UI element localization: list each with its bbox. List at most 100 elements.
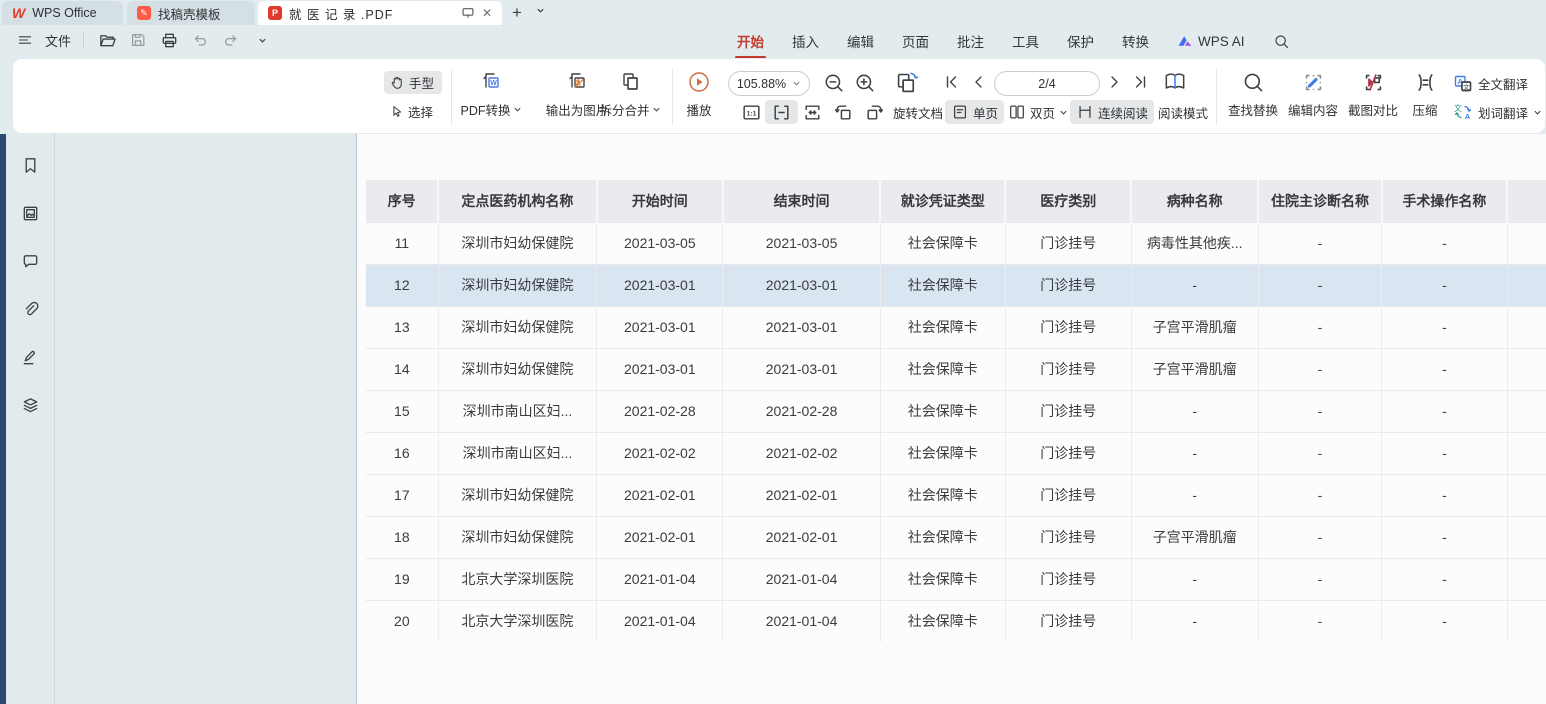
read-mode-button[interactable]: 阅读模式 xyxy=(1152,100,1214,124)
rotate-pages-icon[interactable] xyxy=(893,70,920,97)
table-row[interactable]: 12 深圳市妇幼保健院 2021-03-01 2021-03-01 社会保障卡 … xyxy=(366,264,1546,306)
pdf-file-icon: P xyxy=(268,6,282,20)
ribbon-tab-wps-ai[interactable]: WPS AI xyxy=(1175,32,1247,51)
divider xyxy=(83,31,84,49)
svg-text:A: A xyxy=(1465,112,1471,121)
present-screen-icon[interactable] xyxy=(461,6,475,20)
svg-text:W: W xyxy=(490,80,497,87)
redo-icon[interactable] xyxy=(220,29,242,51)
col-seq: 序号 xyxy=(366,180,438,222)
compress-button[interactable]: 压缩 xyxy=(1403,67,1447,119)
table-row[interactable]: 18 深圳市妇幼保健院 2021-02-01 2021-02-01 社会保障卡 … xyxy=(366,516,1546,558)
table-row[interactable]: 14 深圳市妇幼保健院 2021-03-01 2021-03-01 社会保障卡 … xyxy=(366,348,1546,390)
table-row[interactable]: 19 北京大学深圳医院 2021-01-04 2021-01-04 社会保障卡 … xyxy=(366,558,1546,600)
medical-records-table: 序号 定点医药机构名称 开始时间 结束时间 就诊凭证类型 医疗类别 病种名称 住… xyxy=(366,180,1546,642)
zoom-out-button[interactable] xyxy=(823,72,845,94)
bookmark-panel-icon[interactable] xyxy=(19,154,41,176)
wps-logo-icon: W xyxy=(12,5,25,21)
table-row[interactable]: 13 深圳市妇幼保健院 2021-03-01 2021-03-01 社会保障卡 … xyxy=(366,306,1546,348)
first-page-button[interactable] xyxy=(942,72,962,92)
ribbon-tab-protect[interactable]: 保护 xyxy=(1065,29,1096,53)
screenshot-compare-button[interactable]: 截图对比 xyxy=(1343,67,1403,119)
toolbar: 手型 选择 W PDF转换 输出为图片 拆分合并 播放 105.88% xyxy=(12,58,1546,134)
word-translate-button[interactable]: 文A 划词翻译 xyxy=(1453,100,1542,124)
hand-icon xyxy=(389,75,405,91)
rotate-document-button[interactable]: 旋转文档 xyxy=(887,100,949,124)
ribbon-tab-page[interactable]: 页面 xyxy=(900,29,931,53)
ribbon-tab-comment[interactable]: 批注 xyxy=(955,29,986,53)
page-indicator-input[interactable]: 2/4 xyxy=(994,71,1100,96)
undo-icon[interactable] xyxy=(189,29,211,51)
next-page-button[interactable] xyxy=(1104,72,1124,92)
tab-wps-office[interactable]: W WPS Office xyxy=(2,1,123,25)
tab-list-chevron-icon[interactable] xyxy=(536,6,545,15)
pdf-convert-button[interactable]: W PDF转换 xyxy=(450,67,532,119)
table-row[interactable]: 20 北京大学深圳医院 2021-01-04 2021-01-04 社会保障卡 … xyxy=(366,600,1546,642)
col-medical-category: 医疗类别 xyxy=(1005,180,1131,222)
open-folder-icon[interactable] xyxy=(96,29,118,51)
ribbon-search-icon[interactable] xyxy=(1271,30,1293,52)
actual-size-button[interactable]: 1:1 xyxy=(735,100,768,124)
rotate-left-button[interactable] xyxy=(827,100,860,124)
last-page-button[interactable] xyxy=(1130,72,1150,92)
select-tool-button[interactable]: 选择 xyxy=(384,100,442,123)
layers-panel-icon[interactable] xyxy=(19,394,41,416)
thumbnail-panel-icon[interactable] xyxy=(19,202,41,224)
navigation-panel[interactable] xyxy=(55,134,357,704)
edit-content-button[interactable]: 编辑内容 xyxy=(1283,67,1343,119)
close-tab-icon[interactable]: ✕ xyxy=(482,6,492,20)
pdf-page[interactable]: 序号 定点医药机构名称 开始时间 结束时间 就诊凭证类型 医疗类别 病种名称 住… xyxy=(357,134,1546,704)
chevron-down-icon xyxy=(1533,108,1542,117)
ribbon-tabs: 开始 插入 编辑 页面 批注 工具 保护 转换 WPS AI xyxy=(735,29,1293,53)
comment-panel-icon[interactable] xyxy=(19,250,41,272)
hand-tool-button[interactable]: 手型 xyxy=(384,71,442,94)
fit-width-button[interactable] xyxy=(765,100,798,124)
find-replace-button[interactable]: 查找替换 xyxy=(1223,67,1283,119)
zoom-in-button[interactable] xyxy=(854,72,876,94)
double-page-button[interactable]: 双页 xyxy=(1002,100,1074,124)
prev-page-button[interactable] xyxy=(969,72,989,92)
continuous-read-button[interactable]: 连续阅读 xyxy=(1070,100,1154,124)
table-row[interactable]: 17 深圳市妇幼保健院 2021-02-01 2021-02-01 社会保障卡 … xyxy=(366,474,1546,516)
sidebar-icon-bar xyxy=(6,134,55,704)
fit-page-button[interactable] xyxy=(796,100,829,124)
full-translate-button[interactable]: A文 全文翻译 xyxy=(1453,71,1528,95)
work-area: 序号 定点医药机构名称 开始时间 结束时间 就诊凭证类型 医疗类别 病种名称 住… xyxy=(0,134,1546,704)
signature-panel-icon[interactable] xyxy=(19,346,41,368)
tab-label: 找稿壳模板 xyxy=(158,4,221,23)
attachment-panel-icon[interactable] xyxy=(19,298,41,320)
ribbon-tab-edit[interactable]: 编辑 xyxy=(845,29,876,53)
single-page-button[interactable]: 单页 xyxy=(945,100,1004,124)
ribbon-tab-home[interactable]: 开始 xyxy=(735,29,766,53)
word-translate-icon: 文A xyxy=(1453,102,1473,122)
file-menu[interactable]: 文件 xyxy=(45,31,71,50)
table-row[interactable]: 16 深圳市南山区妇... 2021-02-02 2021-02-02 社会保障… xyxy=(366,432,1546,474)
screenshot-compare-icon xyxy=(1343,67,1403,97)
cursor-icon xyxy=(389,104,404,119)
template-store-icon: ✎ xyxy=(137,6,151,20)
table-body: 11 深圳市妇幼保健院 2021-03-05 2021-03-05 社会保障卡 … xyxy=(366,222,1546,642)
tab-template-store[interactable]: ✎ 找稿壳模板 xyxy=(127,1,255,25)
col-partial xyxy=(1507,180,1546,222)
read-mode-icon[interactable] xyxy=(1162,69,1188,95)
chevron-down-icon xyxy=(652,105,661,114)
play-button[interactable]: 播放 xyxy=(676,67,722,119)
col-operation-name: 手术操作名称 xyxy=(1382,180,1507,222)
table-row[interactable]: 15 深圳市南山区妇... 2021-02-28 2021-02-28 社会保障… xyxy=(366,390,1546,432)
save-icon[interactable] xyxy=(127,29,149,51)
hamburger-menu-icon[interactable] xyxy=(14,29,36,51)
col-main-diagnosis: 住院主诊断名称 xyxy=(1258,180,1382,222)
print-icon[interactable] xyxy=(158,29,180,51)
table-row[interactable]: 11 深圳市妇幼保健院 2021-03-05 2021-03-05 社会保障卡 … xyxy=(366,222,1546,264)
more-commands-chevron-icon[interactable] xyxy=(251,29,273,51)
col-end-time: 结束时间 xyxy=(723,180,880,222)
ribbon-tab-convert[interactable]: 转换 xyxy=(1120,29,1151,53)
tab-document-pdf[interactable]: P 就 医 记 录 .PDF ✕ xyxy=(258,1,502,25)
ribbon-tab-tools[interactable]: 工具 xyxy=(1010,29,1041,53)
svg-text:1:1: 1:1 xyxy=(747,110,757,117)
chevron-down-icon xyxy=(513,105,522,114)
ribbon-tab-insert[interactable]: 插入 xyxy=(790,29,821,53)
new-tab-button[interactable]: + xyxy=(512,3,522,23)
split-merge-button[interactable]: 拆分合并 xyxy=(590,67,670,119)
zoom-level-select[interactable]: 105.88% xyxy=(728,71,810,96)
